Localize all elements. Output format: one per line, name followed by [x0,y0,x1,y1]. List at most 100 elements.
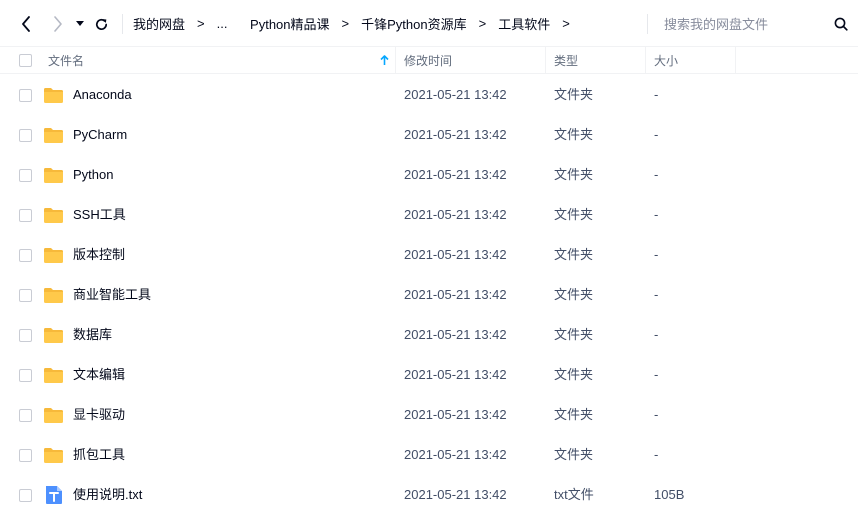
file-modified-time: 2021-05-21 13:42 [404,87,507,102]
column-header-time[interactable]: 修改时间 [396,47,546,74]
row-checkbox[interactable] [19,289,32,302]
breadcrumb-tools-software[interactable]: 工具软件 [498,14,550,33]
file-modified-time: 2021-05-21 13:42 [404,447,507,462]
folder-icon [43,285,64,305]
caret-down-icon [76,21,84,26]
sort-ascending-icon[interactable] [380,55,389,66]
folder-icon [43,405,64,425]
folder-icon [43,365,64,385]
folder-icon [43,85,64,105]
file-type: 文件夹 [554,87,594,102]
file-modified-time: 2021-05-21 13:42 [404,407,507,422]
file-modified-time: 2021-05-21 13:42 [404,207,507,222]
file-name[interactable]: 文本编辑 [73,355,125,395]
file-modified-time: 2021-05-21 13:42 [404,327,507,342]
row-checkbox[interactable] [19,449,32,462]
breadcrumb-my-drive[interactable]: 我的网盘 [133,14,185,33]
back-button[interactable] [15,12,37,36]
file-list: Anaconda 2021-05-21 13:42 文件夹 - PyCharm … [0,75,858,515]
file-name[interactable]: PyCharm [73,115,127,155]
row-checkbox[interactable] [19,489,32,502]
column-header-name[interactable]: 文件名 [0,47,396,74]
breadcrumb: 我的网盘 > ... > Python精品课 > 千锋Python资源库 > 工… [133,0,582,47]
file-row[interactable]: 商业智能工具 2021-05-21 13:42 文件夹 - [0,275,858,315]
file-row[interactable]: 文本编辑 2021-05-21 13:42 文件夹 - [0,355,858,395]
file-type: 文件夹 [554,447,594,462]
row-checkbox[interactable] [19,209,32,222]
folder-icon [43,445,64,465]
file-row[interactable]: SSH工具 2021-05-21 13:42 文件夹 - [0,195,858,235]
file-name[interactable]: Anaconda [73,75,132,115]
file-modified-time: 2021-05-21 13:42 [404,287,507,302]
file-type: 文件夹 [554,367,594,382]
breadcrumb-separator: > [478,16,487,31]
row-checkbox[interactable] [19,89,32,102]
row-checkbox[interactable] [19,369,32,382]
folder-icon [43,325,64,345]
file-size: - [654,367,659,382]
folder-icon [43,245,64,265]
file-type: 文件夹 [554,407,594,422]
search-icon [834,17,848,31]
file-type: txt文件 [554,487,594,502]
folder-icon [43,165,64,185]
file-modified-time: 2021-05-21 13:42 [404,247,507,262]
search-input[interactable] [664,14,824,34]
breadcrumb-ellipsis[interactable]: ... [217,16,228,31]
refresh-button[interactable] [90,12,112,36]
column-header-size-label: 大小 [654,54,679,68]
file-modified-time: 2021-05-21 13:42 [404,127,507,142]
file-name[interactable]: 版本控制 [73,235,125,275]
file-size: - [654,167,659,182]
file-row[interactable]: Python 2021-05-21 13:42 文件夹 - [0,155,858,195]
column-header-type[interactable]: 类型 [546,47,646,74]
file-size: - [654,247,659,262]
row-checkbox[interactable] [19,169,32,182]
file-modified-time: 2021-05-21 13:42 [404,167,507,182]
file-type: 文件夹 [554,127,594,142]
folder-icon [43,205,64,225]
file-row[interactable]: 显卡驱动 2021-05-21 13:42 文件夹 - [0,395,858,435]
file-row[interactable]: 使用说明.txt 2021-05-21 13:42 txt文件 105B [0,475,858,515]
file-name[interactable]: SSH工具 [73,195,126,235]
select-all-checkbox[interactable] [19,54,32,67]
row-checkbox[interactable] [19,329,32,342]
file-row[interactable]: Anaconda 2021-05-21 13:42 文件夹 - [0,75,858,115]
forward-button[interactable] [47,12,69,36]
file-list-header: 文件名 修改时间 类型 大小 [0,47,858,74]
file-size: - [654,327,659,342]
search-divider [647,14,648,34]
breadcrumb-resource-library[interactable]: 千锋Python资源库 [361,14,466,33]
file-name[interactable]: 抓包工具 [73,435,125,475]
file-size: - [654,87,659,102]
file-name[interactable]: 显卡驱动 [73,395,125,435]
file-name[interactable]: Python [73,155,113,195]
file-size: 105B [654,487,685,502]
file-row[interactable]: PyCharm 2021-05-21 13:42 文件夹 - [0,115,858,155]
file-row[interactable]: 抓包工具 2021-05-21 13:42 文件夹 - [0,435,858,475]
column-header-name-label: 文件名 [48,54,85,68]
search-button[interactable] [832,15,850,33]
refresh-icon [95,18,107,30]
txt-file-icon [43,485,64,505]
row-checkbox[interactable] [19,129,32,142]
breadcrumb-separator: > [197,16,205,31]
breadcrumb-python-course[interactable]: Python精品课 [250,14,329,33]
chevron-right-icon [54,16,62,32]
file-size: - [654,127,659,142]
history-dropdown-button[interactable] [70,12,90,36]
file-name[interactable]: 数据库 [73,315,112,355]
row-checkbox[interactable] [19,249,32,262]
row-checkbox[interactable] [19,409,32,422]
file-size: - [654,407,659,422]
file-name[interactable]: 商业智能工具 [73,275,151,315]
file-modified-time: 2021-05-21 13:42 [404,487,507,502]
file-size: - [654,287,659,302]
file-type: 文件夹 [554,167,594,182]
chevron-left-icon [22,16,30,32]
file-row[interactable]: 版本控制 2021-05-21 13:42 文件夹 - [0,235,858,275]
file-row[interactable]: 数据库 2021-05-21 13:42 文件夹 - [0,315,858,355]
breadcrumb-separator: > [341,16,350,31]
column-header-size[interactable]: 大小 [646,47,736,74]
file-name[interactable]: 使用说明.txt [73,475,142,515]
